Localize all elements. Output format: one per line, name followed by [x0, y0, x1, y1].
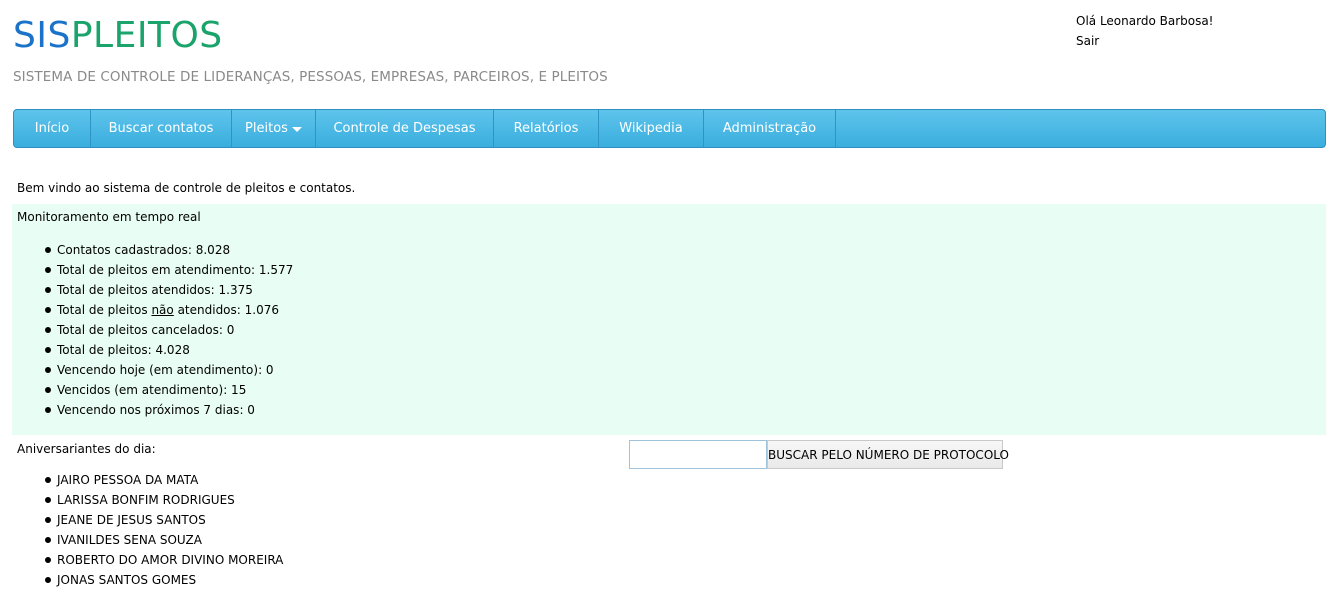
stats-list: Contatos cadastrados: 8.028 Total de ple…	[45, 240, 293, 420]
user-greeting: Olá Leonardo Barbosa!	[1076, 14, 1214, 28]
nav-item-label: Relatórios	[513, 121, 579, 136]
list-item: LARISSA BONFIM RODRIGUES	[45, 490, 283, 510]
list-item: Contatos cadastrados: 8.028	[45, 240, 293, 260]
nav-item-inicio[interactable]: Início	[14, 110, 91, 147]
logo-part-pleitos: PLEITOS	[70, 15, 223, 56]
list-item: Vencidos (em atendimento): 15	[45, 380, 293, 400]
nav-item-controle-despesas[interactable]: Controle de Despesas	[316, 110, 494, 147]
list-item: Vencendo nos próximos 7 dias: 0	[45, 400, 293, 420]
nav-item-buscar-contatos[interactable]: Buscar contatos	[91, 110, 232, 147]
nav-item-relatorios[interactable]: Relatórios	[494, 110, 599, 147]
stat-emphasis: não	[151, 303, 174, 317]
stat-text: atendidos: 1.076	[173, 303, 279, 317]
nav-item-label: Buscar contatos	[108, 121, 214, 136]
list-item: Total de pleitos em atendimento: 1.577	[45, 260, 293, 280]
nav-item-label: Pleitos	[245, 121, 288, 136]
list-item: ROBERTO DO AMOR DIVINO MOREIRA	[45, 550, 283, 570]
birthdays-title: Aniversariantes do dia:	[17, 442, 156, 456]
monitor-panel: Monitoramento em tempo real Contatos cad…	[12, 204, 1326, 435]
list-item: Total de pleitos atendidos: 1.375	[45, 280, 293, 300]
list-item: JEANE DE JESUS SANTOS	[45, 510, 283, 530]
list-item: Vencendo hoje (em atendimento): 0	[45, 360, 293, 380]
list-item: JONAS SANTOS GOMES	[45, 570, 283, 590]
nav-item-label: Controle de Despesas	[333, 121, 476, 136]
page: SISPLEITOS SISTEMA DE CONTROLE DE LIDERA…	[0, 0, 1341, 592]
logo-part-sis: SIS	[13, 15, 71, 56]
list-item: Total de pleitos: 4.028	[45, 340, 293, 360]
caret-down-icon	[291, 127, 302, 132]
nav-item-label: Início	[34, 121, 70, 136]
logout-link[interactable]: Sair	[1076, 31, 1214, 51]
nav-item-label: Administração	[722, 121, 817, 136]
nav-item-administracao[interactable]: Administração	[704, 110, 836, 147]
stat-text: Total de pleitos	[57, 303, 152, 317]
list-item: JAIRO PESSOA DA MATA	[45, 470, 283, 490]
nav-item-pleitos[interactable]: Pleitos	[232, 110, 316, 147]
list-item: IVANILDES SENA SOUZA	[45, 530, 283, 550]
list-item: Total de pleitos não atendidos: 1.076	[45, 300, 293, 320]
app-logo[interactable]: SISPLEITOS	[13, 14, 223, 58]
monitor-title: Monitoramento em tempo real	[17, 210, 201, 224]
list-item: Total de pleitos cancelados: 0	[45, 320, 293, 340]
app-subtitle: SISTEMA DE CONTROLE DE LIDERANÇAS, PESSO…	[13, 69, 608, 85]
user-box: Olá Leonardo Barbosa! Sair	[1076, 11, 1214, 51]
main-nav: Início Buscar contatos Pleitos Controle …	[13, 109, 1326, 148]
birthdays-list: JAIRO PESSOA DA MATA LARISSA BONFIM RODR…	[45, 470, 283, 590]
search-protocol-button[interactable]: BUSCAR PELO NÚMERO DE PROTOCOLO	[767, 440, 1009, 469]
nav-item-wikipedia[interactable]: Wikipedia	[599, 110, 704, 147]
welcome-text: Bem vindo ao sistema de controle de plei…	[17, 181, 356, 195]
nav-item-label: Wikipedia	[619, 121, 683, 136]
protocol-number-input[interactable]	[629, 440, 767, 469]
